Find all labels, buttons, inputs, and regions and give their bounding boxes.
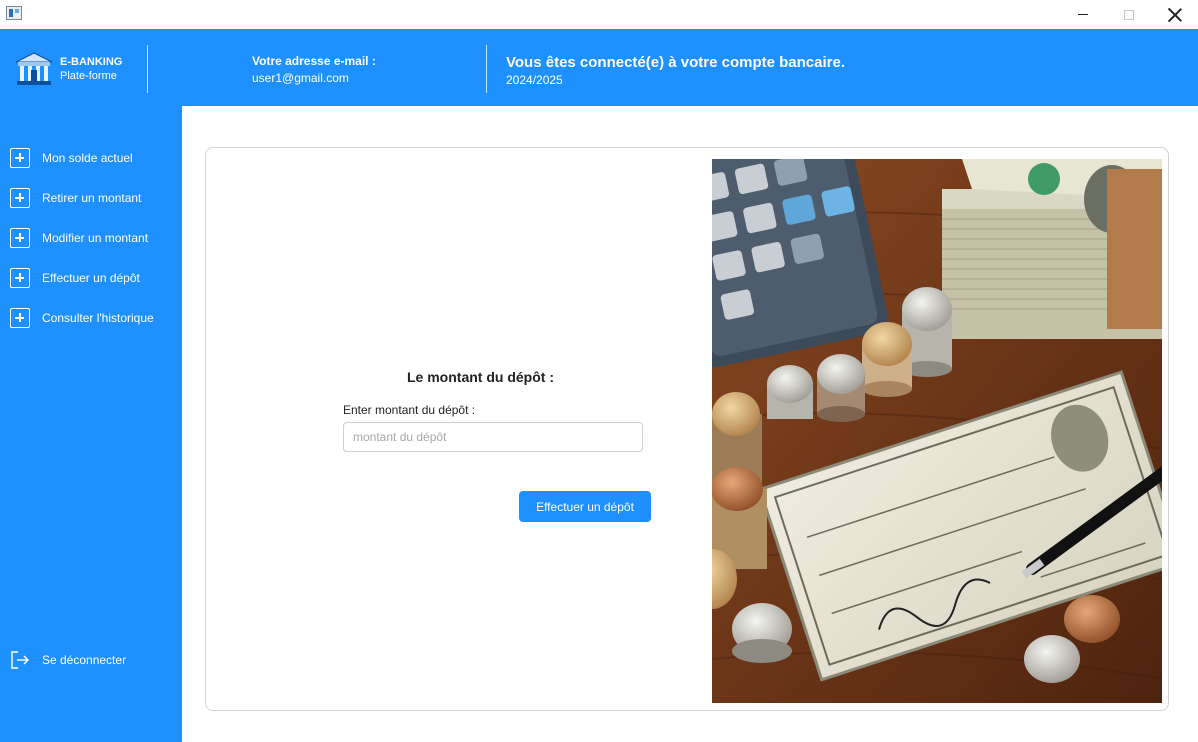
sidebar-item-deposit[interactable]: Effectuer un dépôt — [10, 267, 140, 289]
sidebar-item-history[interactable]: Consulter l'historique — [10, 307, 154, 329]
minimize-button[interactable] — [1060, 0, 1106, 29]
header-divider — [147, 45, 148, 93]
minimize-icon — [1078, 14, 1088, 15]
sidebar-item-label: Modifier un montant — [42, 231, 149, 245]
amount-input-label: Enter montant du dépôt : — [343, 403, 476, 417]
sidebar-item-label: Mon solde actuel — [42, 151, 133, 165]
money-illustration — [712, 159, 1162, 703]
logout-button[interactable]: Se déconnecter — [10, 649, 126, 671]
app-header: E-BANKING Plate-forme Votre adresse e-ma… — [0, 29, 1198, 106]
sidebar-item-label: Consulter l'historique — [42, 311, 154, 325]
deposit-button[interactable]: Effectuer un dépôt — [519, 491, 651, 522]
close-button[interactable] — [1152, 0, 1198, 29]
brand-title: E-BANKING — [60, 56, 123, 68]
bank-logo-icon — [15, 52, 53, 85]
brand-subtitle: Plate-forme — [60, 70, 117, 82]
sidebar: Mon solde actuel Retirer un montant Modi… — [0, 106, 182, 742]
plus-square-icon — [10, 308, 30, 328]
connected-message: Vous êtes connecté(e) à votre compte ban… — [506, 54, 846, 71]
plus-square-icon — [10, 188, 30, 208]
sidebar-item-label: Effectuer un dépôt — [42, 271, 140, 285]
email-value: user1@gmail.com — [252, 71, 349, 85]
app-icon — [6, 6, 22, 20]
header-divider — [486, 45, 487, 93]
sidebar-item-modify[interactable]: Modifier un montant — [10, 227, 148, 249]
amount-input[interactable] — [343, 422, 643, 452]
close-icon — [1168, 8, 1182, 22]
plus-square-icon — [10, 148, 30, 168]
logout-label: Se déconnecter — [42, 653, 127, 667]
sidebar-item-balance[interactable]: Mon solde actuel — [10, 147, 133, 169]
logout-icon — [11, 651, 29, 669]
academic-year: 2024/2025 — [506, 73, 563, 87]
email-label: Votre adresse e-mail : — [252, 54, 376, 68]
window-titlebar — [0, 0, 1198, 29]
plus-square-icon — [10, 268, 30, 288]
plus-square-icon — [10, 228, 30, 248]
sidebar-item-label: Retirer un montant — [42, 191, 142, 205]
sidebar-item-withdraw[interactable]: Retirer un montant — [10, 187, 141, 209]
maximize-button[interactable] — [1106, 0, 1152, 29]
form-title: Le montant du dépôt : — [407, 369, 554, 385]
maximize-icon — [1124, 9, 1134, 20]
